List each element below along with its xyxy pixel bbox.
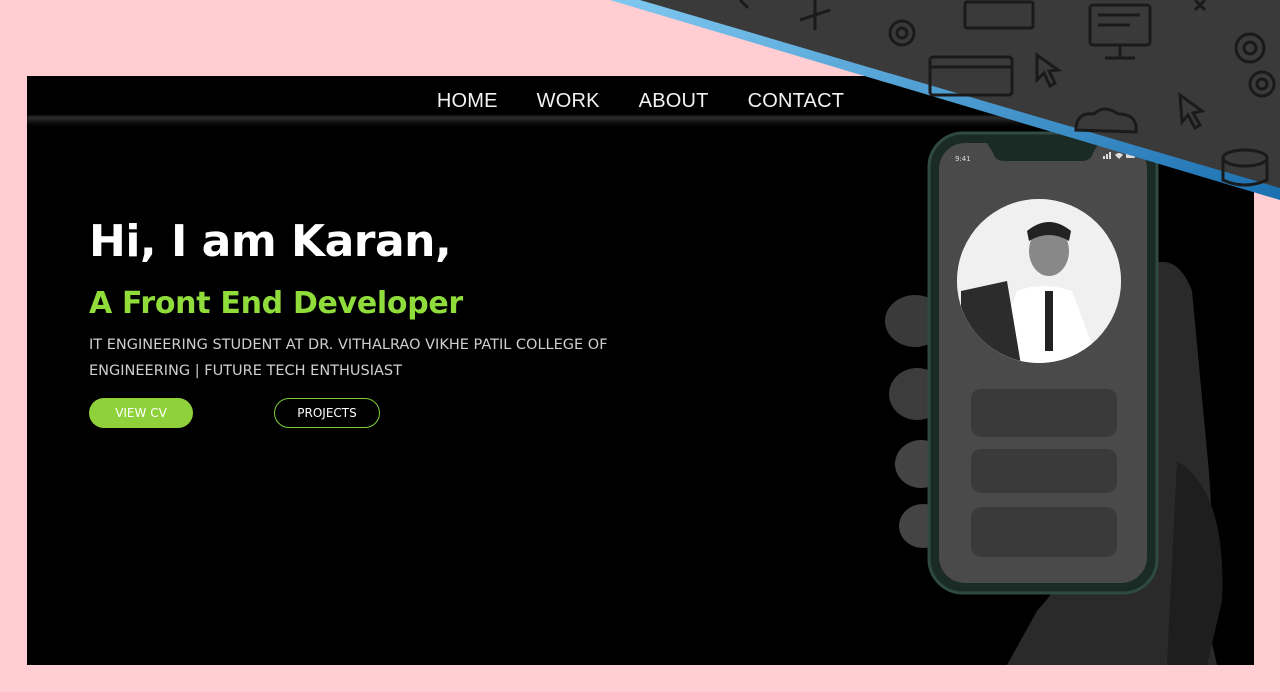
phone-illustration: 9:41 [877,131,1254,665]
nav-home-link[interactable]: HOME [437,90,498,113]
placeholder-card [971,389,1117,437]
hero-section: HOME WORK ABOUT CONTACT Hi, I am Karan, … [27,76,1254,665]
plus-icon [1193,0,1207,12]
view-cv-button[interactable]: VIEW CV [89,398,193,428]
browser-window-icon [963,0,1035,30]
gear-icon [888,19,916,47]
placeholder-card [971,449,1117,493]
hero-greeting: Hi, I am Karan, [89,216,452,267]
main-nav: HOME WORK ABOUT CONTACT [27,76,1254,126]
gear-icon [1234,32,1266,64]
battery-icon [1126,153,1135,158]
plus-icon [738,0,750,10]
nav-about-link[interactable]: ABOUT [639,90,709,113]
placeholder-card [971,507,1117,557]
nav-work-link[interactable]: WORK [537,90,600,113]
phone-time: 9:41 [955,155,971,163]
hero-role: A Front End Developer [89,286,463,321]
hero-bio: IT ENGINEERING STUDENT AT DR. VITHALRAO … [89,337,608,379]
plus-icon [799,0,831,30]
nav-contact-link[interactable]: CONTACT [748,90,845,113]
projects-button[interactable]: PROJECTS [274,398,380,428]
monitor-icon [1088,3,1152,60]
